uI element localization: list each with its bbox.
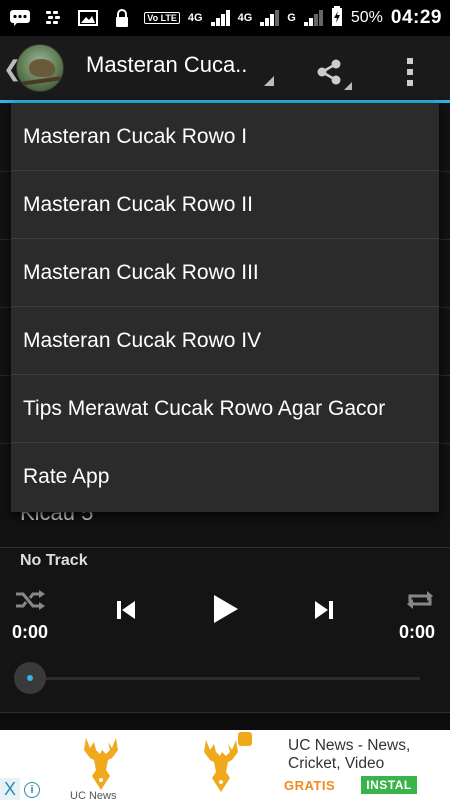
next-icon (315, 601, 333, 619)
dropdown-item-tips[interactable]: Tips Merawat Cucak Rowo Agar Gacor (11, 375, 439, 443)
status-bar: Vo LTE 4G 4G G 50% 04:29 (0, 0, 450, 36)
player-footer (0, 713, 450, 730)
ad-banner[interactable]: UC News UC News - News, Cricket, Video G… (0, 730, 450, 800)
shuffle-icon (16, 590, 45, 610)
share-dropdown-arrow-icon (344, 82, 352, 90)
track-label: No Track (20, 552, 88, 569)
play-button[interactable] (206, 590, 242, 628)
dropdown-item-masteran-4[interactable]: Masteran Cucak Rowo IV (11, 307, 439, 375)
dropdown-item-rate-app[interactable]: Rate App (11, 443, 439, 511)
share-icon (317, 59, 341, 85)
title-spinner[interactable]: Masteran Cuca.. (86, 52, 276, 92)
battery-charging-icon (331, 5, 343, 31)
share-button[interactable] (306, 52, 352, 92)
repeat-button[interactable] (404, 588, 436, 612)
chat-icon (8, 8, 32, 28)
ad-install-button[interactable]: INSTAL (361, 776, 417, 794)
duration-time: 0:00 (399, 622, 436, 642)
ad-badge-icon (238, 732, 252, 746)
network-type-4g-2: 4G (237, 12, 253, 24)
signal-icon-3 (303, 10, 323, 26)
seek-bar[interactable] (30, 677, 420, 680)
network-type-g: G (287, 12, 296, 24)
shuffle-button[interactable] (14, 588, 46, 612)
seek-position-dot (27, 675, 33, 681)
deer-logo-icon (84, 738, 118, 790)
signal-icon-2 (260, 10, 280, 26)
repeat-icon (407, 591, 433, 609)
previous-icon (117, 601, 135, 619)
volte-indicator: Vo LTE (144, 12, 180, 24)
elapsed-time: 0:00 (12, 622, 49, 642)
bbm-icon (42, 8, 66, 28)
image-icon (76, 8, 100, 28)
dropdown-item-masteran-3[interactable]: Masteran Cucak Rowo III (11, 239, 439, 307)
ad-title: UC News - News, Cricket, Video (288, 737, 411, 772)
title-dropdown-menu: Masteran Cucak Rowo I Masteran Cucak Row… (11, 103, 439, 512)
deer-logo-icon-2 (204, 740, 238, 792)
page-title: Masteran Cuca.. (86, 52, 248, 77)
previous-button[interactable] (110, 594, 142, 626)
play-icon (214, 595, 238, 623)
clock: 04:29 (390, 7, 442, 28)
overflow-menu-icon (407, 58, 413, 64)
signal-icon (210, 10, 230, 26)
ad-small-label: UC News (70, 790, 117, 800)
ad-free-label: GRATIS (284, 778, 336, 793)
media-player (0, 547, 450, 725)
spinner-arrow-icon (264, 76, 274, 86)
dropdown-item-masteran-1[interactable]: Masteran Cucak Rowo I (11, 103, 439, 171)
app-logo[interactable] (16, 44, 64, 92)
dropdown-item-masteran-2[interactable]: Masteran Cucak Rowo II (11, 171, 439, 239)
lock-icon (110, 8, 134, 28)
battery-percent: 50% (350, 9, 383, 26)
network-type-4g: 4G (187, 12, 203, 24)
overflow-menu-button[interactable] (396, 52, 424, 92)
ad-info-icon[interactable]: i (24, 782, 40, 798)
ad-close-button[interactable]: X (0, 778, 20, 800)
next-button[interactable] (308, 594, 340, 626)
